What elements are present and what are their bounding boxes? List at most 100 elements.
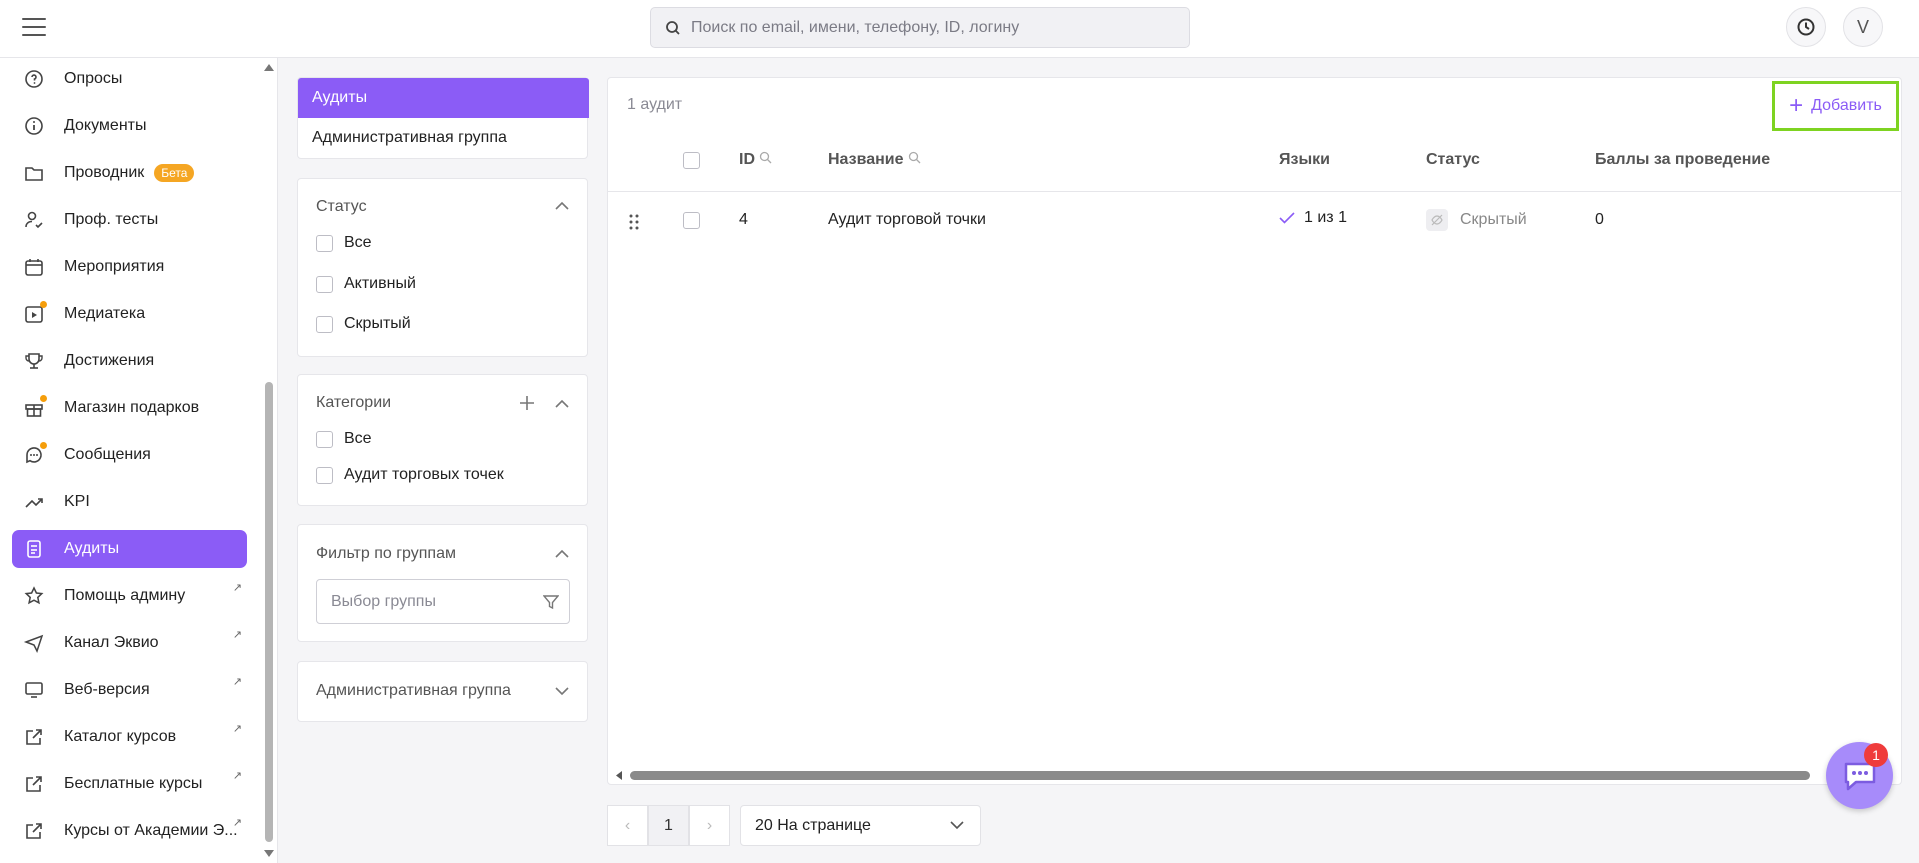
sidebar-item-explorer[interactable]: Проводник Бета — [12, 154, 247, 192]
sidebar-item-label: Канал Эквио — [64, 634, 159, 651]
tab-admin-group[interactable]: Административная группа — [298, 118, 589, 158]
chevron-up-icon[interactable] — [555, 201, 569, 210]
sidebar-item-label: Мероприятия — [64, 258, 165, 275]
sidebar-item-messages[interactable]: Сообщения — [12, 436, 247, 474]
sidebar-item-label: Сообщения — [64, 446, 151, 463]
tab-audits[interactable]: Аудиты — [298, 78, 589, 118]
status-option-all[interactable]: Все — [316, 234, 372, 252]
sidebar-scrollbar[interactable] — [265, 382, 273, 842]
group-select[interactable]: Выбор группы — [316, 579, 570, 624]
sidebar-item-course-catalog[interactable]: Каталог курсов ↗ — [12, 718, 247, 756]
drag-handle-icon[interactable] — [629, 214, 639, 230]
select-all-checkbox[interactable] — [683, 152, 700, 169]
sidebar-item-admin-help[interactable]: Помощь админу ↗ — [12, 577, 247, 615]
external-arrow-icon: ↗ — [232, 770, 242, 782]
search-input[interactable] — [691, 18, 1171, 37]
column-header-name[interactable]: Название — [828, 151, 921, 169]
sidebar-item-media[interactable]: Медиатека — [12, 295, 247, 333]
info-icon — [20, 112, 48, 140]
trend-icon — [20, 488, 48, 516]
checkbox[interactable] — [316, 430, 333, 448]
chevron-up-icon[interactable] — [555, 399, 569, 408]
top-bar: V — [0, 0, 1919, 58]
sidebar-item-audits[interactable]: Аудиты — [12, 530, 247, 568]
sidebar-item-kpi[interactable]: KPI — [12, 483, 247, 521]
document-icon — [20, 535, 48, 563]
sidebar-item-achievements[interactable]: Достижения — [12, 342, 247, 380]
column-label: ID — [739, 151, 755, 168]
group-select-placeholder: Выбор группы — [331, 592, 436, 610]
status-filter-title: Статус — [316, 198, 367, 215]
row-checkbox[interactable] — [683, 212, 700, 229]
external-link-icon — [20, 770, 48, 798]
status-filter: Статус Все Активный Скрытый — [297, 178, 588, 357]
history-button[interactable] — [1786, 7, 1826, 47]
sidebar-item-documents[interactable]: Документы — [12, 107, 247, 145]
search-box[interactable] — [650, 7, 1190, 48]
external-arrow-icon: ↗ — [232, 629, 242, 641]
category-option-store-audit[interactable]: Аудит торговых точек — [316, 466, 504, 484]
scroll-left-icon[interactable] — [614, 770, 623, 781]
notification-dot — [40, 442, 47, 449]
sidebar-item-channel[interactable]: Канал Эквио ↗ — [12, 624, 247, 662]
admin-group-filter[interactable]: Административная группа — [297, 661, 588, 722]
page-button[interactable]: 1 — [648, 805, 689, 846]
sidebar-item-label: Помощь админу — [64, 587, 186, 604]
add-category-icon[interactable] — [519, 395, 535, 411]
category-option-all[interactable]: Все — [316, 430, 372, 448]
sidebar-item-label: Опросы — [64, 70, 123, 87]
scroll-up-icon[interactable] — [263, 62, 275, 72]
search-icon[interactable] — [759, 151, 772, 164]
chat-unread-badge: 1 — [1864, 743, 1888, 767]
external-arrow-icon: ↗ — [232, 817, 242, 829]
sidebar-item-surveys[interactable]: Опросы — [12, 60, 247, 98]
status-option-active[interactable]: Активный — [316, 275, 416, 293]
folder-icon — [20, 159, 48, 187]
clock-icon — [1797, 18, 1815, 36]
chevron-left-icon: ‹ — [624, 816, 631, 834]
horizontal-scrollbar[interactable] — [630, 771, 1810, 780]
sidebar-item-label: Курсы от Академии Э... — [64, 822, 238, 839]
header-divider — [608, 191, 1901, 192]
checkbox[interactable] — [316, 466, 333, 484]
check-icon — [1279, 212, 1295, 224]
row-name[interactable]: Аудит торговой точки — [828, 211, 986, 229]
chevron-down-icon[interactable] — [555, 687, 569, 696]
sidebar-item-label: Медиатека — [64, 305, 146, 322]
prev-page-button[interactable]: ‹ — [607, 805, 648, 846]
checkbox[interactable] — [316, 234, 333, 252]
sidebar-item-prof-tests[interactable]: Проф. тесты — [12, 201, 247, 239]
option-label: Все — [344, 234, 372, 251]
sidebar-item-events[interactable]: Мероприятия — [12, 248, 247, 286]
external-arrow-icon: ↗ — [232, 723, 242, 735]
option-label: Скрытый — [344, 315, 411, 332]
sidebar-item-free-courses[interactable]: Бесплатные курсы ↗ — [12, 765, 247, 803]
checkbox[interactable] — [316, 275, 333, 293]
column-label: Название — [828, 151, 904, 168]
admin-group-filter-title: Административная группа — [316, 682, 511, 699]
sidebar-item-label: Веб-версия — [64, 681, 150, 698]
sidebar-item-label: KPI — [64, 493, 90, 510]
trophy-icon — [20, 347, 48, 375]
checkbox[interactable] — [316, 315, 333, 333]
per-page-select[interactable]: 20 На странице — [740, 805, 981, 846]
avatar[interactable]: V — [1843, 7, 1883, 47]
status-option-hidden[interactable]: Скрытый — [316, 315, 411, 333]
option-label: Аудит торговых точек — [344, 466, 504, 483]
next-page-button[interactable]: › — [689, 805, 730, 846]
sidebar-item-label: Проф. тесты — [64, 211, 159, 228]
row-status: Скрытый — [1426, 209, 1527, 231]
scroll-down-icon[interactable] — [263, 849, 275, 859]
add-button[interactable]: + Добавить — [1772, 81, 1899, 131]
chevron-up-icon[interactable] — [555, 549, 569, 558]
sidebar-item-label: Достижения — [64, 352, 155, 369]
sidebar-item-web-version[interactable]: Веб-версия ↗ — [12, 671, 247, 709]
column-header-id[interactable]: ID — [739, 151, 772, 169]
search-icon[interactable] — [908, 151, 921, 164]
menu-icon[interactable] — [22, 18, 46, 38]
sidebar-item-academy-courses[interactable]: Курсы от Академии Э... ↗ — [12, 812, 247, 850]
gift-icon — [20, 394, 48, 422]
external-link-icon — [20, 817, 48, 845]
beta-badge: Бета — [154, 164, 195, 182]
sidebar-item-gift-shop[interactable]: Магазин подарков — [12, 389, 247, 427]
